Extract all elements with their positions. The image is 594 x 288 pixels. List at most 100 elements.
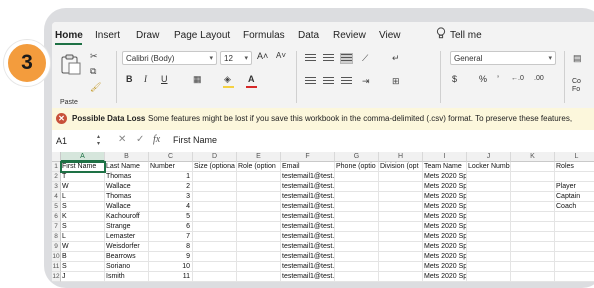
table-cell[interactable]: 6 — [149, 222, 193, 232]
decrease-font-size-button[interactable]: A˅ — [276, 51, 286, 60]
row-header[interactable]: 8 — [52, 232, 61, 242]
select-all-corner[interactable] — [52, 152, 61, 162]
header-cell[interactable]: Number — [149, 162, 193, 172]
table-cell[interactable] — [335, 202, 379, 212]
align-center-icon[interactable] — [323, 77, 334, 86]
table-cell[interactable] — [555, 222, 594, 232]
header-cell[interactable]: Division (opt — [379, 162, 423, 172]
align-middle-icon[interactable] — [323, 54, 334, 63]
table-cell[interactable] — [193, 212, 237, 222]
header-cell[interactable]: Team Name — [423, 162, 467, 172]
table-cell[interactable] — [193, 262, 237, 272]
table-cell[interactable] — [467, 212, 511, 222]
cancel-icon[interactable]: ✕ — [118, 134, 126, 145]
table-cell[interactable] — [193, 172, 237, 182]
formula-input[interactable]: First Name — [173, 135, 217, 145]
table-cell[interactable] — [193, 242, 237, 252]
table-cell[interactable]: Mets 2020 Spring — [423, 212, 467, 222]
header-cell[interactable]: Size (optiona — [193, 162, 237, 172]
table-cell[interactable] — [237, 242, 281, 252]
align-top-icon[interactable] — [305, 54, 316, 63]
percent-format-button[interactable]: % — [479, 74, 487, 84]
table-cell[interactable] — [467, 222, 511, 232]
table-cell[interactable]: Thomas — [105, 172, 149, 182]
italic-button[interactable]: I — [144, 74, 147, 84]
tab-draw[interactable]: Draw — [136, 30, 159, 41]
table-cell[interactable]: Mets 2020 Spring — [423, 202, 467, 212]
tab-view[interactable]: View — [379, 30, 401, 41]
row-header[interactable]: 3 — [52, 182, 61, 192]
table-cell[interactable]: Mets 2020 Spring — [423, 192, 467, 202]
table-cell[interactable]: B — [61, 252, 105, 262]
table-cell[interactable]: Strange — [105, 222, 149, 232]
table-cell[interactable] — [237, 182, 281, 192]
align-bottom-icon[interactable] — [340, 53, 353, 64]
table-cell[interactable] — [335, 262, 379, 272]
table-cell[interactable] — [379, 202, 423, 212]
fill-color-icon[interactable]: ◈ — [224, 74, 231, 85]
table-cell[interactable] — [379, 242, 423, 252]
table-cell[interactable] — [467, 232, 511, 242]
table-cell[interactable]: Kachouroff — [105, 212, 149, 222]
table-cell[interactable]: L — [61, 232, 105, 242]
wrap-text-icon[interactable]: ↵ — [392, 53, 400, 64]
table-cell[interactable]: 8 — [149, 242, 193, 252]
header-cell[interactable]: Phone (optio — [335, 162, 379, 172]
table-cell[interactable]: Coach — [555, 202, 594, 212]
tab-data[interactable]: Data — [298, 30, 319, 41]
table-cell[interactable] — [237, 172, 281, 182]
underline-button[interactable]: U — [161, 74, 168, 84]
table-cell[interactable]: 9 — [149, 252, 193, 262]
table-cell[interactable]: S — [61, 222, 105, 232]
table-cell[interactable] — [237, 222, 281, 232]
font-name-dropdown[interactable]: Calibri (Body) ▾ — [122, 51, 217, 65]
table-cell[interactable] — [193, 252, 237, 262]
header-cell[interactable]: Roles — [555, 162, 594, 172]
table-cell[interactable]: testemail1@test.com — [281, 212, 335, 222]
row-header[interactable]: 1 — [52, 162, 61, 172]
copy-icon[interactable]: ⧉ — [90, 66, 96, 77]
decrease-decimal-button[interactable]: .00 — [534, 75, 544, 82]
increase-font-size-button[interactable]: A˄ — [257, 51, 268, 61]
header-cell[interactable]: Role (option — [237, 162, 281, 172]
table-cell[interactable] — [555, 172, 594, 182]
table-cell[interactable]: Mets 2020 Spring — [423, 232, 467, 242]
column-header-h[interactable]: H — [379, 152, 423, 162]
table-cell[interactable] — [335, 172, 379, 182]
table-cell[interactable] — [335, 222, 379, 232]
table-cell[interactable] — [379, 262, 423, 272]
table-cell[interactable] — [511, 212, 555, 222]
tab-home[interactable]: Home — [55, 30, 83, 41]
table-cell[interactable] — [193, 202, 237, 212]
table-cell[interactable]: Mets 2020 Spring — [423, 252, 467, 262]
table-cell[interactable]: Weisdorfer — [105, 242, 149, 252]
table-cell[interactable]: Soriano — [105, 262, 149, 272]
table-cell[interactable]: Wallace — [105, 182, 149, 192]
column-header-j[interactable]: J — [467, 152, 511, 162]
table-cell[interactable] — [335, 212, 379, 222]
table-cell[interactable]: T — [61, 172, 105, 182]
row-header[interactable]: 11 — [52, 262, 61, 272]
align-right-icon[interactable] — [341, 77, 352, 86]
table-cell[interactable] — [237, 232, 281, 242]
table-cell[interactable]: W — [61, 242, 105, 252]
table-cell[interactable]: Bearrows — [105, 252, 149, 262]
conditional-formatting-label[interactable]: Co Fo — [572, 78, 581, 94]
column-header-a[interactable]: A — [61, 152, 105, 162]
table-cell[interactable]: Wallace — [105, 202, 149, 212]
table-cell[interactable] — [237, 252, 281, 262]
table-cell[interactable]: testemail1@test.com — [281, 182, 335, 192]
table-cell[interactable] — [555, 232, 594, 242]
table-cell[interactable] — [379, 252, 423, 262]
table-cell[interactable] — [555, 252, 594, 262]
table-cell[interactable] — [379, 182, 423, 192]
table-cell[interactable]: S — [61, 202, 105, 212]
table-cell[interactable] — [467, 202, 511, 212]
table-cell[interactable] — [467, 172, 511, 182]
table-cell[interactable] — [193, 232, 237, 242]
header-cell[interactable]: Email — [281, 162, 335, 172]
row-header[interactable]: 6 — [52, 212, 61, 222]
table-cell[interactable] — [467, 182, 511, 192]
table-cell[interactable]: testemail1@test.com — [281, 222, 335, 232]
number-format-dropdown[interactable]: General ▾ — [450, 51, 556, 65]
